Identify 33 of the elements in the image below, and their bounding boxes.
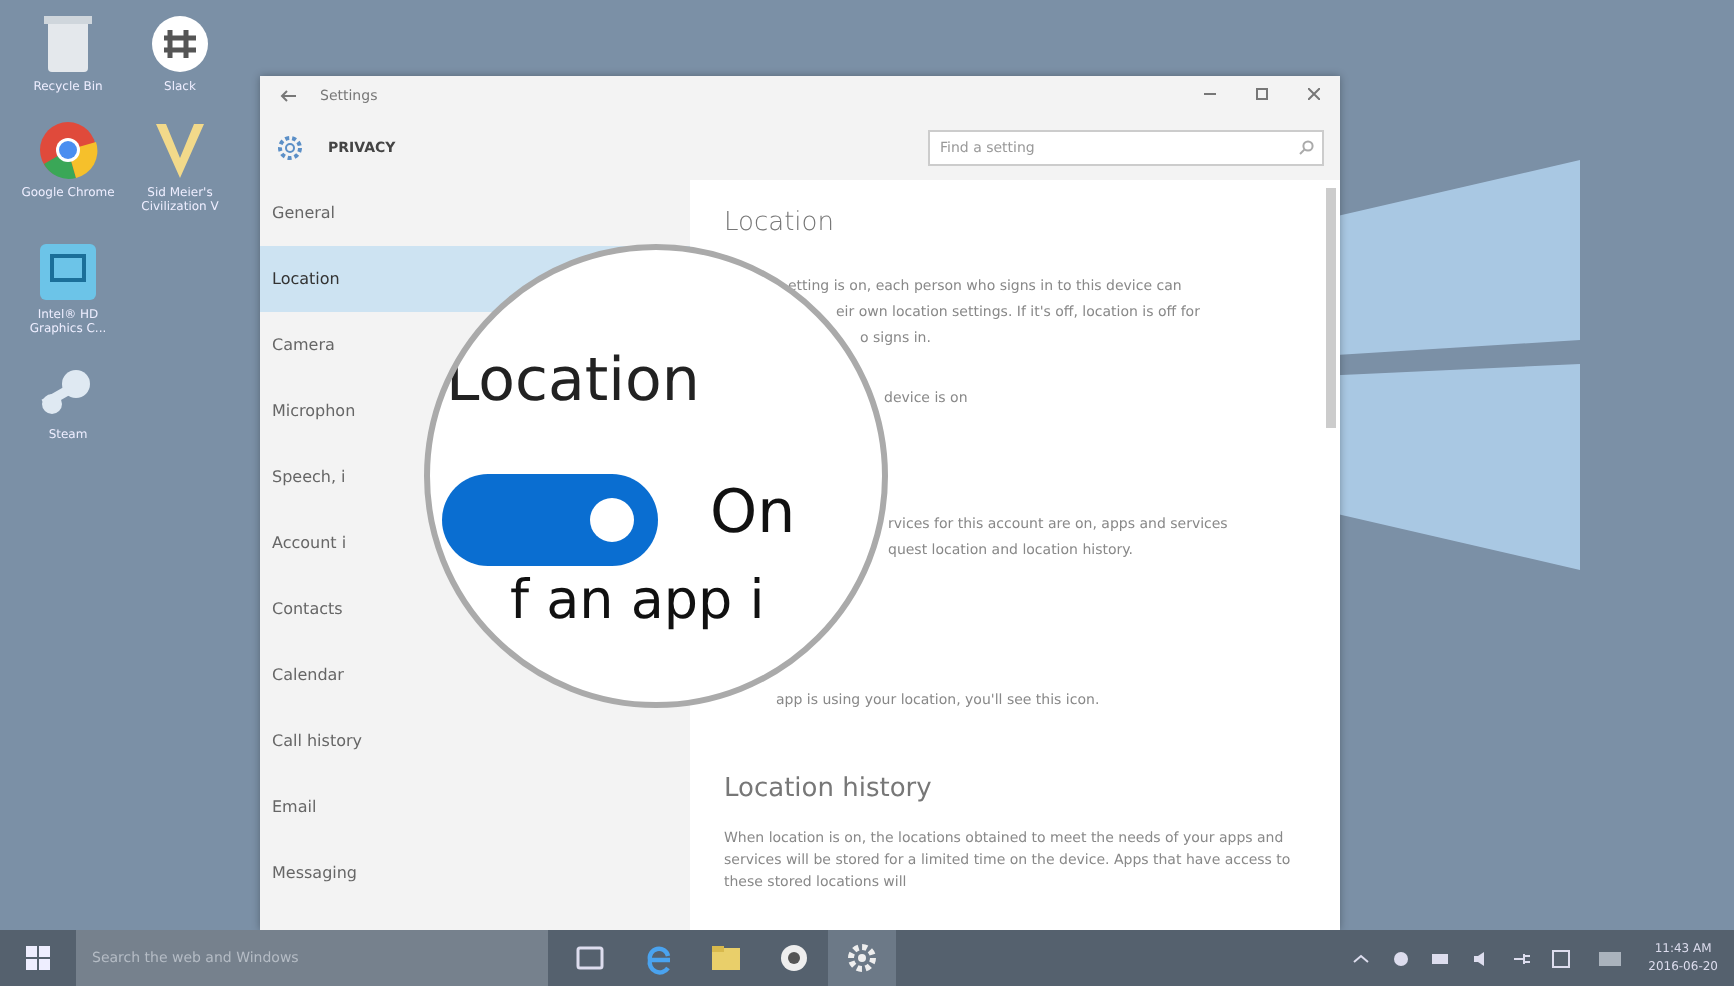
toggle-switch[interactable] (442, 474, 658, 566)
nav-item[interactable]: Contacts (272, 600, 343, 618)
folder-icon (708, 940, 744, 976)
toggle-state-label: On (710, 478, 796, 548)
chrome-icon[interactable] (36, 118, 100, 183)
section-heading: Location history (724, 774, 934, 804)
back-arrow-icon[interactable] (280, 90, 296, 102)
nav-item[interactable]: Account i (272, 534, 347, 552)
windows-start-icon[interactable] (26, 946, 50, 970)
magnified-heading: Location (446, 346, 700, 416)
settings-icon (276, 134, 304, 162)
nav-item[interactable]: Call history (272, 732, 362, 750)
nav-item[interactable]: Location (272, 270, 340, 288)
close-icon[interactable] (1308, 88, 1320, 100)
nav-item[interactable]: Camera (272, 336, 335, 354)
hash-icon[interactable] (148, 12, 212, 76)
monitor-icon[interactable] (36, 239, 100, 304)
magnified-text: f an app i (510, 570, 765, 632)
taskbar-app-button[interactable] (828, 930, 896, 986)
nav-item[interactable]: Email (272, 798, 317, 816)
search-icon[interactable] (1298, 140, 1314, 156)
nav-item[interactable]: Messaging (272, 864, 358, 882)
scrollbar-thumb[interactable] (1326, 188, 1336, 428)
section-heading: Location (724, 208, 836, 238)
nav-item[interactable]: Microphon (272, 402, 356, 420)
nav-item[interactable]: Calendar (272, 666, 344, 684)
minimize-icon[interactable] (1204, 88, 1216, 100)
maximize-icon[interactable] (1256, 88, 1268, 100)
app-icon (776, 940, 812, 976)
nav-item[interactable]: Speech, i (272, 468, 346, 486)
notification-icon[interactable] (1550, 947, 1573, 969)
nav-item[interactable]: General (272, 204, 336, 222)
settings-icon (844, 940, 880, 976)
